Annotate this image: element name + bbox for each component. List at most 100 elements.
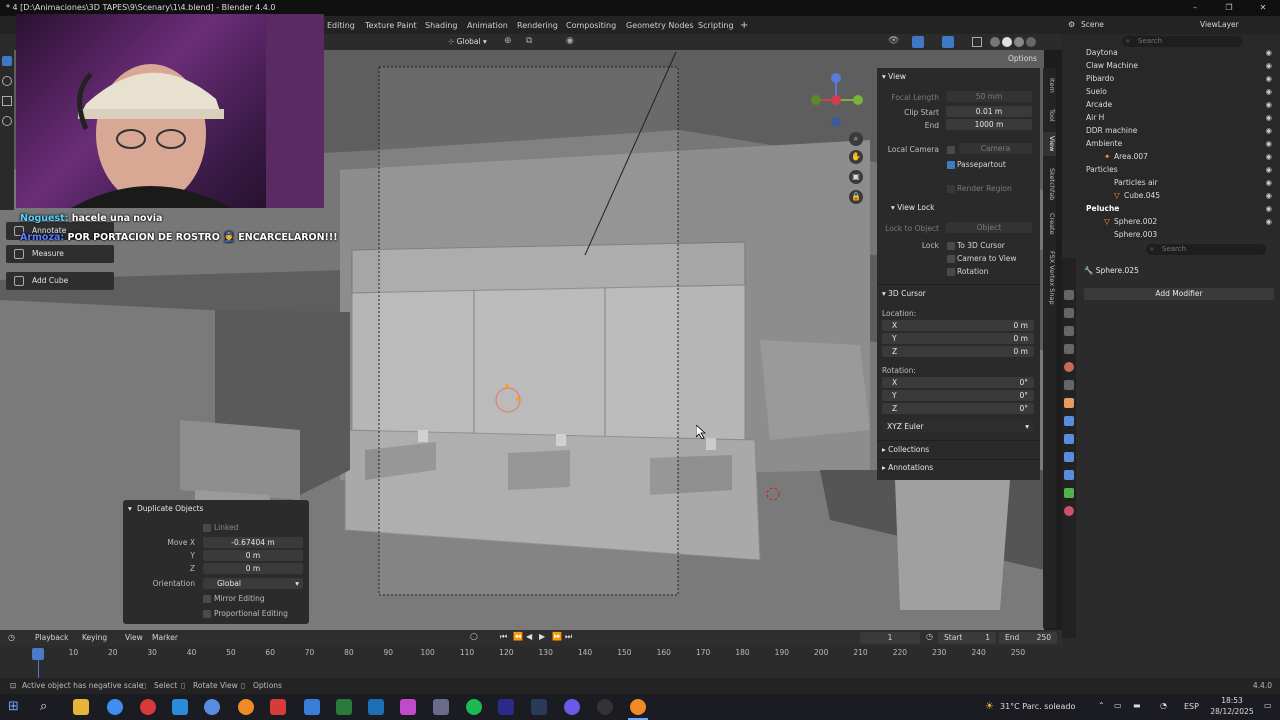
tab-rendering[interactable]: Rendering bbox=[517, 19, 558, 32]
zoom-icon[interactable]: ⌕ bbox=[849, 132, 863, 146]
mirror-editing-checkbox[interactable] bbox=[203, 595, 211, 603]
play-icon[interactable]: ▶ bbox=[539, 632, 545, 641]
minimize-button[interactable]: – bbox=[1178, 0, 1212, 16]
app-icon[interactable] bbox=[400, 699, 416, 715]
eye-icon[interactable]: ◉ bbox=[1265, 202, 1272, 215]
render-tab-icon[interactable] bbox=[1064, 308, 1074, 318]
tab-tool[interactable]: Tool bbox=[1043, 104, 1056, 126]
view-lock-header[interactable]: ▾ View Lock bbox=[891, 203, 934, 212]
end-frame-field[interactable]: End 250 bbox=[999, 632, 1057, 644]
tab-create[interactable]: Create bbox=[1043, 210, 1056, 238]
add-cube-tool[interactable]: Add Cube bbox=[6, 272, 114, 290]
stopwatch-icon[interactable]: ◷ bbox=[926, 632, 933, 641]
snap-icon[interactable]: ⧉ bbox=[526, 36, 540, 48]
proportional-edit-icon[interactable]: ◉ bbox=[566, 36, 580, 48]
navigation-gizmo[interactable] bbox=[806, 70, 866, 130]
spotify-icon[interactable] bbox=[466, 699, 482, 715]
output-tab-icon[interactable] bbox=[1064, 326, 1074, 336]
rotation-lock-row[interactable]: Rotation bbox=[877, 265, 1040, 278]
visibility-icon[interactable]: 👁 bbox=[888, 36, 902, 48]
outliner-row[interactable]: Particles air ◉ bbox=[1062, 176, 1280, 189]
options-dropdown[interactable]: Options bbox=[1008, 53, 1042, 65]
clock-time[interactable]: 18:53 bbox=[1212, 696, 1252, 705]
view-menu[interactable]: View bbox=[125, 633, 143, 642]
shading-wireframe-icon[interactable] bbox=[990, 37, 1000, 47]
reverse-play-icon[interactable]: ◀ bbox=[526, 632, 532, 641]
cursor-tool-icon[interactable] bbox=[2, 76, 12, 86]
rotation-lock-checkbox[interactable] bbox=[947, 268, 955, 276]
gizmo-toggle-icon[interactable] bbox=[912, 36, 924, 48]
close-button[interactable]: ✕ bbox=[1246, 0, 1280, 16]
playback-menu[interactable]: Playback bbox=[35, 633, 68, 642]
cursor-rot-z-field[interactable]: Z 0° bbox=[882, 403, 1034, 414]
clip-start-field[interactable]: 0.01 m bbox=[946, 106, 1032, 117]
clock-icon[interactable]: ◷ bbox=[8, 633, 15, 642]
outliner-row[interactable]: ✦ Area.007 ◉ bbox=[1062, 150, 1280, 163]
language-indicator[interactable]: ESP bbox=[1184, 702, 1199, 711]
view-layer-name[interactable]: ViewLayer bbox=[1200, 20, 1239, 29]
jump-end-icon[interactable]: ⏭ bbox=[565, 632, 572, 642]
xray-icon[interactable] bbox=[972, 37, 982, 47]
outliner-row[interactable]: Arcade ◉ bbox=[1062, 98, 1280, 111]
prev-key-icon[interactable]: ⏪ bbox=[513, 632, 523, 641]
shading-solid-icon[interactable] bbox=[1002, 37, 1012, 47]
blender-icon[interactable] bbox=[630, 699, 646, 715]
cursor-rot-x-field[interactable]: X 0° bbox=[882, 377, 1034, 388]
eye-icon[interactable]: ◉ bbox=[1265, 72, 1272, 85]
material-tab-icon[interactable] bbox=[1064, 506, 1074, 516]
eye-icon[interactable]: ◉ bbox=[1265, 137, 1272, 150]
tab-compositing[interactable]: Compositing bbox=[566, 19, 616, 32]
object-name-field[interactable]: 🔧 Sphere.025 bbox=[1084, 264, 1274, 277]
eye-icon[interactable]: ◉ bbox=[1265, 98, 1272, 111]
cursor-rot-y-field[interactable]: Y 0° bbox=[882, 390, 1034, 401]
linked-row[interactable]: Linked bbox=[123, 522, 309, 534]
object-tab-icon[interactable] bbox=[1064, 398, 1074, 408]
proportional-editing-checkbox[interactable] bbox=[203, 610, 211, 618]
tool-tab-icon[interactable] bbox=[1064, 290, 1074, 300]
lock-icon[interactable]: 🔒 bbox=[849, 190, 863, 204]
tab-geometry-nodes[interactable]: Geometry Nodes bbox=[626, 19, 693, 32]
outliner-row[interactable]: Sphere.003 bbox=[1062, 228, 1280, 238]
shading-material-icon[interactable] bbox=[1014, 37, 1024, 47]
chevron-up-icon[interactable]: ⌃ bbox=[1098, 701, 1105, 710]
obs-icon[interactable] bbox=[597, 699, 613, 715]
eye-icon[interactable]: ◉ bbox=[1265, 124, 1272, 137]
add-workspace-button[interactable]: + bbox=[740, 19, 748, 32]
cursor-loc-z-field[interactable]: Z 0 m bbox=[882, 346, 1034, 357]
frame-ruler[interactable]: 1102030405060708090100110120130140150160… bbox=[0, 648, 1062, 660]
outliner-row[interactable]: ▽ Sphere.002 ◉ bbox=[1062, 215, 1280, 228]
outliner-row[interactable]: DDR machine ◉ bbox=[1062, 124, 1280, 137]
camera-field[interactable]: Camera bbox=[959, 143, 1032, 154]
playhead[interactable] bbox=[32, 648, 44, 660]
discord-icon[interactable] bbox=[564, 699, 580, 715]
weather-text[interactable]: 31°C Parc. soleado bbox=[1000, 702, 1075, 711]
rotate-tool-icon[interactable] bbox=[2, 116, 12, 126]
view-layer-tab-icon[interactable] bbox=[1064, 344, 1074, 354]
tab-scripting[interactable]: Scripting bbox=[698, 19, 734, 32]
to-3d-cursor-checkbox[interactable] bbox=[947, 242, 955, 250]
after-effects-icon[interactable] bbox=[498, 699, 514, 715]
vscode-icon[interactable] bbox=[368, 699, 384, 715]
edge-icon[interactable] bbox=[172, 699, 188, 715]
tab-shading[interactable]: Shading bbox=[425, 19, 458, 32]
outliner-row[interactable]: Pibardo ◉ bbox=[1062, 72, 1280, 85]
app-icon[interactable] bbox=[204, 699, 220, 715]
properties-search-input[interactable]: ⌕ Search bbox=[1146, 244, 1266, 255]
outliner-row[interactable]: Peluche ◉ bbox=[1062, 202, 1280, 215]
outliner-row[interactable]: Daytona ◉ bbox=[1062, 46, 1280, 59]
outliner-row[interactable]: ▽ Cube.045 ◉ bbox=[1062, 189, 1280, 202]
local-camera-checkbox[interactable] bbox=[947, 146, 955, 154]
current-frame-field[interactable]: 1 bbox=[860, 632, 920, 644]
measure-tool[interactable]: Measure bbox=[6, 245, 114, 263]
camera-to-view-checkbox[interactable] bbox=[947, 255, 955, 263]
pivot-icon[interactable]: ⊕ bbox=[504, 36, 518, 48]
tab-fsx-vertex-snap[interactable]: FSX Vertex Snap bbox=[1043, 246, 1056, 310]
collection-tab-icon[interactable] bbox=[1064, 380, 1074, 390]
move-z-field[interactable]: 0 m bbox=[203, 563, 303, 574]
cursor-loc-y-field[interactable]: Y 0 m bbox=[882, 333, 1034, 344]
tab-animation[interactable]: Animation bbox=[467, 19, 508, 32]
add-modifier-button[interactable]: Add Modifier bbox=[1084, 288, 1274, 300]
notification-icon[interactable]: ▭ bbox=[1264, 701, 1272, 710]
start-frame-field[interactable]: Start 1 bbox=[938, 632, 996, 644]
3d-cursor-header[interactable]: ▾ 3D Cursor bbox=[882, 289, 926, 298]
